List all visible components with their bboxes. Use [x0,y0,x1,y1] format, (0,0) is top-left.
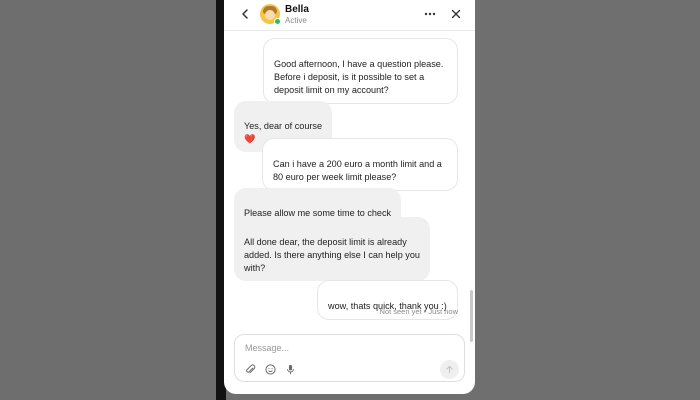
message-outgoing: Can i have a 200 euro a month limit and … [262,138,458,191]
more-horizontal-icon [424,12,436,16]
message-input[interactable] [245,341,445,355]
scrollbar[interactable] [470,290,473,342]
more-options-button[interactable] [423,7,437,21]
message-incoming: All done dear, the deposit limit is alre… [234,217,430,281]
avatar [260,4,281,25]
microphone-icon [286,364,294,374]
smiley-icon [264,363,276,375]
message-text: All done dear, the deposit limit is alre… [244,237,420,273]
emoji-button[interactable] [264,363,276,375]
close-icon [451,9,461,19]
send-button[interactable] [440,360,459,379]
chevron-left-icon [242,9,248,19]
arrow-up-icon [446,365,453,374]
online-status-dot [274,18,281,25]
close-button[interactable] [449,7,463,21]
agent-status: Active [285,16,307,25]
backdrop-left [0,0,224,400]
message-list: Good afternoon, I have a question please… [224,31,475,331]
message-text: Good afternoon, I have a question please… [274,59,444,95]
message-outgoing: Good afternoon, I have a question please… [263,38,458,104]
agent-name: Bella [285,4,309,15]
paperclip-icon [245,364,255,373]
message-status: Not seen yet • Just now [379,307,459,316]
message-text: Can i have a 200 euro a month limit and … [273,159,442,182]
chat-window: Bella Active Good afternoon, I have a qu… [224,0,475,394]
back-button[interactable] [238,6,252,22]
chat-header: Bella Active [224,0,475,31]
voice-button[interactable] [284,363,296,375]
message-composer [234,334,465,382]
heart-emoji: ❤️ [244,134,256,144]
attach-button[interactable] [244,363,256,375]
message-text: Yes, dear of course [244,121,323,131]
